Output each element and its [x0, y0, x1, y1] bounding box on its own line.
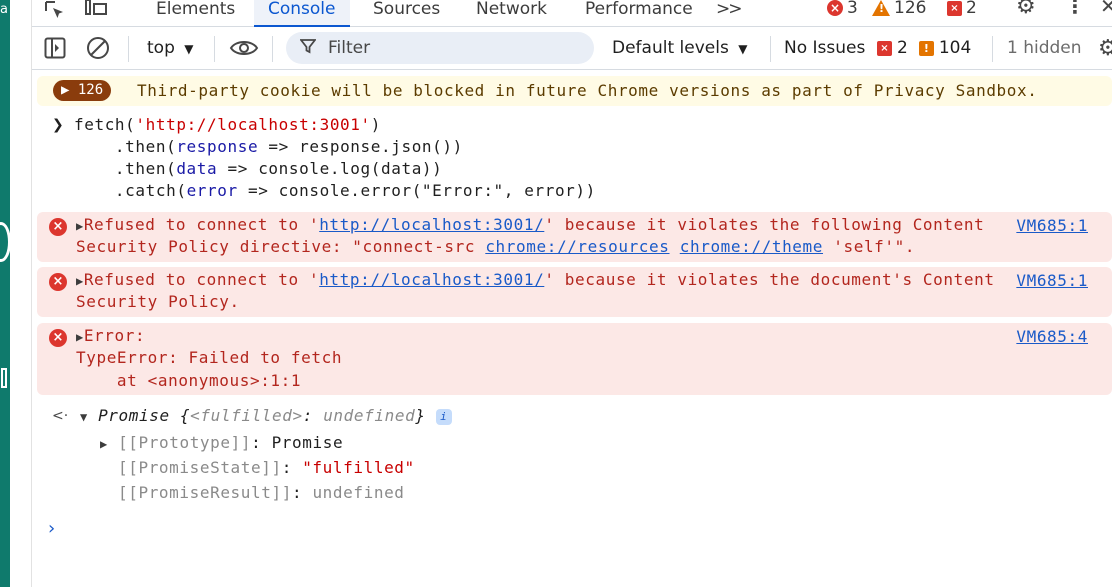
- toolbar-divider: [214, 36, 215, 62]
- filter-box: [286, 32, 594, 64]
- error-text-line-3: at <anonymous>:1:1: [76, 371, 302, 390]
- sidebar-toggle-icon[interactable]: [44, 37, 66, 63]
- toolbar-divider: [128, 36, 129, 62]
- tab-elements[interactable]: Elements: [142, 0, 249, 27]
- error-text-line-1: ▶Refused to connect to 'http://localhost…: [76, 215, 985, 234]
- issue-warning-count: 104: [938, 38, 972, 58]
- cookie-warning-text: Third-party cookie will be blocked in fu…: [137, 81, 1038, 100]
- expand-triangle-icon: ▶: [61, 82, 70, 98]
- console-settings-gear-icon[interactable]: ⚙: [1098, 36, 1112, 61]
- source-link[interactable]: VM685:1: [1016, 271, 1088, 290]
- hidden-messages-count: 1 hidden: [1007, 38, 1082, 58]
- toolbar-divider: [770, 36, 771, 62]
- issue-warning-icon: !: [918, 40, 934, 56]
- error-text-line-2: Security Policy.: [76, 292, 240, 311]
- error-text-line-1: ▶Refused to connect to 'http://localhost…: [76, 270, 995, 289]
- more-tabs-button[interactable]: >>: [702, 0, 755, 27]
- console-prompt-icon[interactable]: ›: [48, 518, 55, 539]
- issue-counts-button[interactable]: × 2 ! 104: [877, 38, 971, 58]
- code-line-2: .then(response => response.json()): [74, 137, 463, 156]
- chevron-down-icon: ▼: [738, 42, 748, 56]
- message-repeat-badge[interactable]: ▶ 126: [53, 80, 112, 101]
- cookie-warning-group[interactable]: ▶ 126 Third-party cookie will be blocked…: [37, 76, 1112, 106]
- error-icon: ×: [49, 329, 67, 347]
- source-link[interactable]: VM685:4: [1016, 327, 1088, 346]
- issue-error-icon: ×: [877, 40, 892, 56]
- error-icon: ×: [49, 273, 67, 291]
- chrome-resources-link[interactable]: chrome://resources: [485, 237, 669, 256]
- promise-summary[interactable]: ▼ Promise {<fulfilled>: undefined} i: [80, 406, 452, 425]
- error-message-typeerror[interactable]: × ▶Error: TypeError: Failed to fetch at …: [37, 323, 1112, 395]
- error-count: 3: [847, 0, 858, 18]
- context-label: top: [147, 38, 175, 58]
- page-fragment-shape-2: [1, 368, 7, 388]
- no-issues-label: No Issues: [784, 38, 866, 58]
- issue-error-count: 2: [897, 38, 908, 58]
- live-expression-eye-icon[interactable]: [229, 38, 259, 62]
- code-line-1: fetch('http://localhost:3001'): [74, 115, 381, 134]
- toolbar-divider: [992, 36, 993, 62]
- code-line-3: .then(data => console.log(data)): [74, 159, 443, 178]
- close-icon[interactable]: ✕: [1100, 0, 1112, 17]
- expand-triangle-icon: ▶: [76, 330, 84, 344]
- issue-error-icon: ×: [947, 0, 962, 16]
- badge-count: 126: [77, 82, 104, 98]
- devtools-left-gutter: [10, 0, 32, 587]
- expand-triangle-icon: ▶: [76, 219, 84, 233]
- filter-funnel-icon: [299, 38, 317, 59]
- chevron-down-icon: ▼: [184, 42, 194, 56]
- filter-input[interactable]: [328, 36, 578, 60]
- expand-triangle-icon: ▶: [76, 274, 84, 288]
- warning-icon: !: [872, 0, 890, 16]
- tab-network[interactable]: Network: [462, 0, 561, 27]
- console-output: ▶ 126 Third-party cookie will be blocked…: [32, 71, 1112, 587]
- issues-count: 2: [966, 0, 977, 18]
- levels-label: Default levels: [612, 38, 729, 58]
- context-selector[interactable]: top ▼: [147, 38, 194, 58]
- issues-counter[interactable]: × 2: [947, 0, 977, 18]
- background-page-edge: a: [0, 0, 11, 587]
- collapse-triangle-icon: ▼: [80, 410, 88, 424]
- error-message-csp-1[interactable]: × ▶Refused to connect to 'http://localho…: [37, 212, 1112, 262]
- result-arrow-icon: <·: [52, 408, 69, 424]
- promise-state: [[PromiseState]]: "fulfilled": [118, 458, 415, 477]
- clear-console-icon[interactable]: [86, 36, 110, 64]
- code-line-4: .catch(error => console.error("Error:", …: [74, 181, 596, 200]
- input-chevron-icon: ❯: [52, 117, 64, 133]
- error-counter[interactable]: × 3: [827, 0, 858, 18]
- tab-sources[interactable]: Sources: [359, 0, 454, 27]
- console-toolbar: top ▼ Default levels ▼ No Issues × 2 ! 1…: [32, 28, 1112, 70]
- log-levels-dropdown[interactable]: Default levels ▼: [612, 38, 747, 58]
- promise-result-value: [[PromiseResult]]: undefined: [118, 483, 405, 502]
- page-fragment-letter: a: [0, 2, 8, 17]
- error-text-line-1: ▶Error:: [76, 326, 146, 345]
- toolbar-divider: [272, 36, 273, 62]
- error-message-csp-2[interactable]: × ▶Refused to connect to 'http://localho…: [37, 267, 1112, 317]
- warning-counter[interactable]: ! 126: [872, 0, 926, 18]
- settings-gear-icon[interactable]: ⚙: [1016, 0, 1036, 18]
- more-options-icon[interactable]: ⋮: [1065, 0, 1085, 17]
- warning-count: 126: [894, 0, 927, 18]
- source-link[interactable]: VM685:1: [1016, 216, 1088, 235]
- chrome-theme-link[interactable]: chrome://theme: [680, 237, 823, 256]
- info-icon[interactable]: i: [435, 408, 452, 425]
- device-toolbar-icon[interactable]: [84, 0, 108, 20]
- error-text-line-2: TypeError: Failed to fetch: [76, 348, 343, 367]
- url-link[interactable]: http://localhost:3001/: [319, 215, 544, 234]
- error-icon: ×: [827, 0, 843, 16]
- devtools-tabbar: Elements Console Sources Network Perform…: [32, 0, 1112, 27]
- inspect-element-icon[interactable]: [44, 0, 66, 20]
- error-icon: ×: [49, 218, 67, 236]
- error-text-line-2: Security Policy directive: "connect-src …: [76, 237, 916, 256]
- tab-console[interactable]: Console: [254, 0, 350, 27]
- url-link[interactable]: http://localhost:3001/: [319, 270, 544, 289]
- promise-prototype[interactable]: ▶ [[Prototype]]: Promise: [100, 433, 343, 452]
- expand-triangle-icon: ▶: [100, 437, 108, 451]
- tab-performance[interactable]: Performance: [571, 0, 707, 27]
